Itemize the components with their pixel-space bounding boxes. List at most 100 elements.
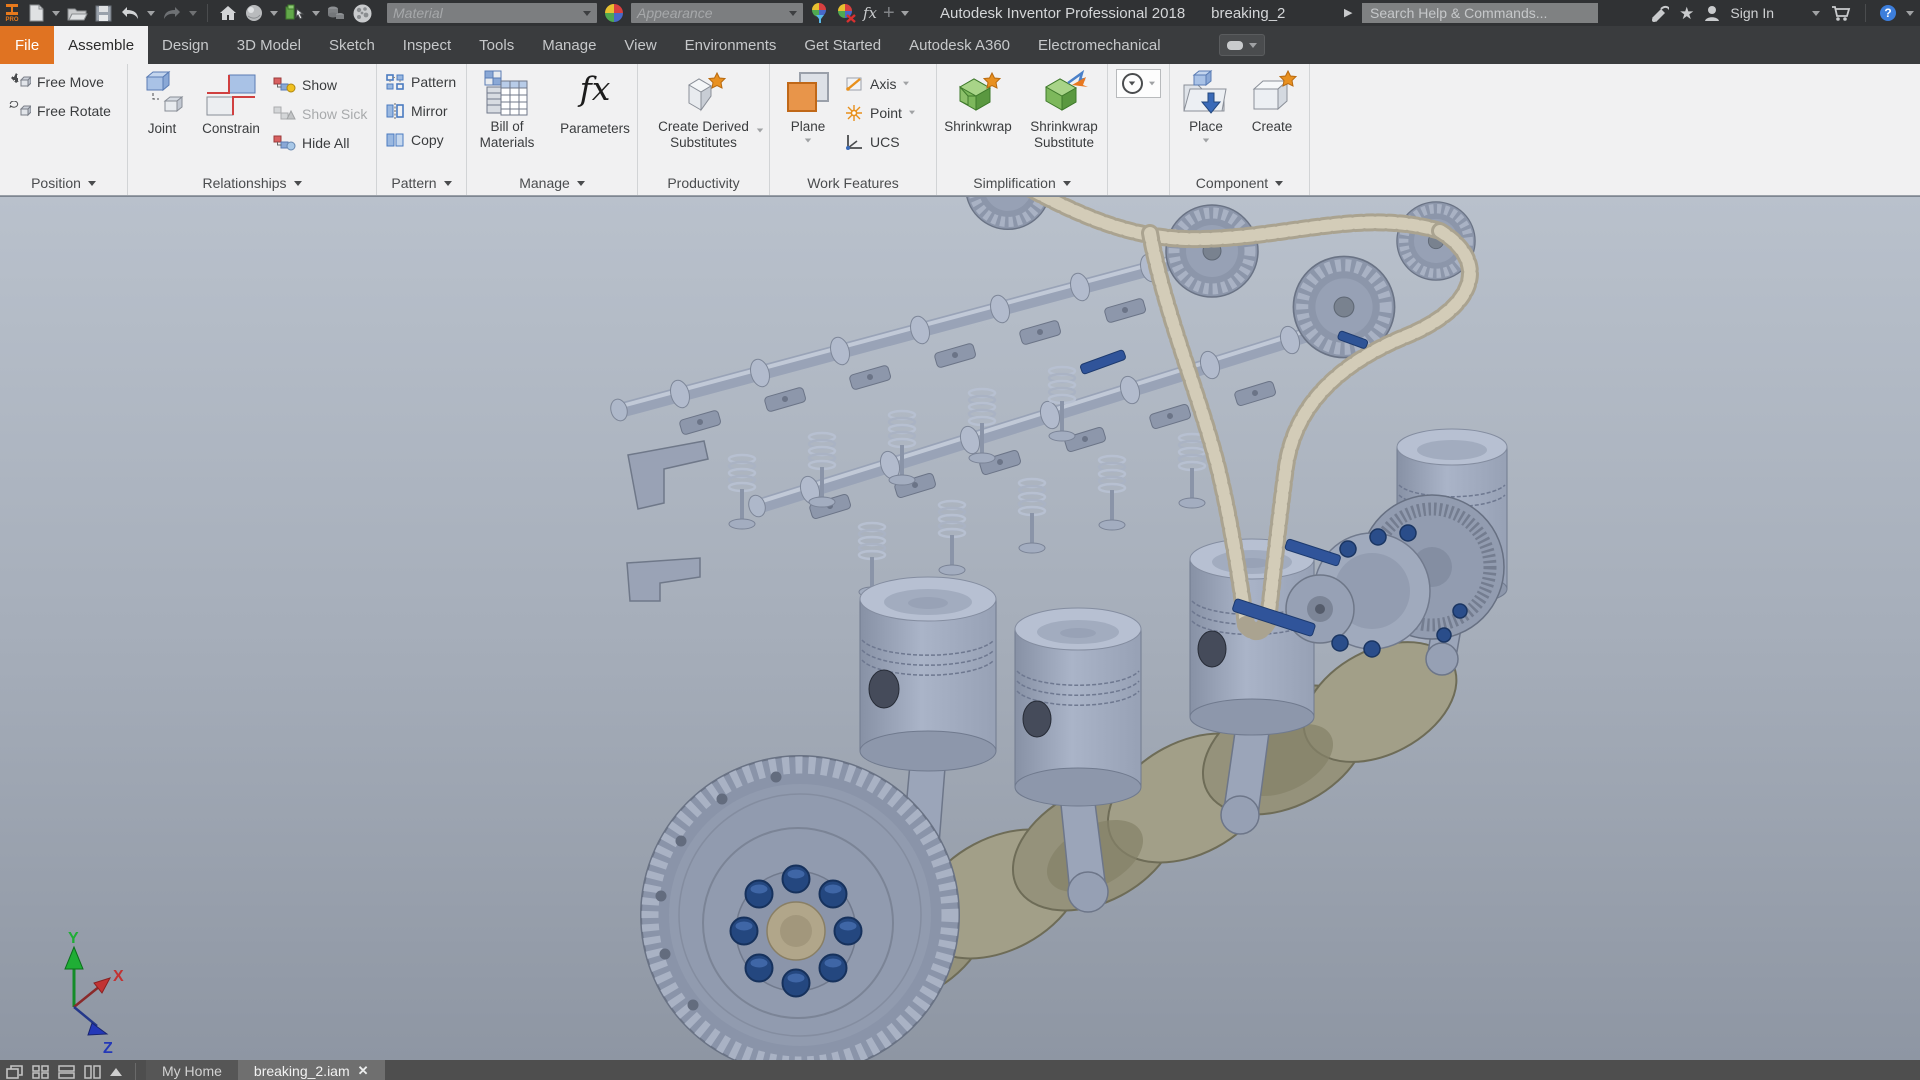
panel-label-productivity[interactable]: Productivity: [638, 171, 769, 195]
copy-button[interactable]: Copy: [385, 125, 444, 154]
redo-button[interactable]: [161, 2, 183, 24]
component-caret-icon[interactable]: [312, 10, 320, 16]
tab-view[interactable]: View: [610, 26, 670, 64]
ribbon-empty-space: [1310, 64, 1920, 195]
new-file-caret-icon[interactable]: [52, 10, 60, 16]
panel-label-simplification[interactable]: Simplification: [937, 171, 1107, 195]
mirror-button[interactable]: Mirror: [385, 96, 448, 125]
tab-assemble[interactable]: Assemble: [54, 26, 149, 64]
tab-inspect[interactable]: Inspect: [389, 26, 465, 64]
adjust-appearance-button[interactable]: [809, 2, 829, 24]
redo-caret-icon[interactable]: [189, 10, 197, 16]
tab-manage[interactable]: Manage: [528, 26, 610, 64]
plane-button[interactable]: Plane: [778, 64, 838, 143]
tile-horizontal-icon[interactable]: [58, 1065, 75, 1079]
appearance-wheel-icon[interactable]: [603, 2, 625, 24]
tab-electromechanical[interactable]: Electromechanical: [1024, 26, 1175, 64]
show-relationships-button[interactable]: Show: [272, 70, 367, 99]
tab-sketch[interactable]: Sketch: [315, 26, 389, 64]
new-file-button[interactable]: [26, 2, 46, 24]
home-button[interactable]: [218, 2, 238, 24]
shrinkwrap-icon: [958, 71, 1002, 111]
cylinders-button[interactable]: [326, 2, 346, 24]
close-document-icon[interactable]: ✕: [358, 1063, 369, 1079]
bill-of-materials-button[interactable]: Bill of Materials: [468, 64, 546, 151]
undo-button[interactable]: [119, 2, 141, 24]
my-home-tab[interactable]: My Home: [146, 1060, 238, 1080]
joint-button[interactable]: Joint: [134, 64, 190, 137]
piston-2[interactable]: [1014, 607, 1142, 807]
ribbon-display-icon: [1226, 40, 1243, 50]
tile-windows-icon[interactable]: [32, 1065, 49, 1079]
expand-tabs-icon[interactable]: [110, 1068, 122, 1076]
viewport-3d[interactable]: Y X Z: [0, 196, 1920, 1075]
create-component-button[interactable]: Create: [1242, 64, 1302, 135]
sign-in-button[interactable]: Sign In: [1730, 5, 1774, 21]
store-cart-icon[interactable]: [1830, 2, 1851, 24]
pattern-button[interactable]: Pattern: [385, 67, 456, 96]
appearance-dropdown[interactable]: Appearance: [631, 3, 803, 23]
titlebar-right-icons: ★ Sign In ?: [1649, 0, 1914, 26]
panel-label-manage[interactable]: Manage: [467, 171, 637, 195]
free-rotate-button[interactable]: Free Rotate: [9, 96, 111, 125]
panel-label-work-features[interactable]: Work Features: [770, 171, 936, 195]
save-button[interactable]: [94, 2, 113, 24]
clear-appearance-button[interactable]: [835, 2, 857, 24]
undo-caret-icon[interactable]: [147, 10, 155, 16]
ribbon-display-caret-icon: [1248, 42, 1257, 48]
help-icon[interactable]: ?: [1880, 5, 1896, 21]
constrain-button[interactable]: Constrain: [194, 64, 268, 137]
expand-arrow-icon[interactable]: ▶: [1344, 6, 1352, 19]
cascade-windows-icon[interactable]: [6, 1065, 23, 1079]
inventor-logo-icon[interactable]: PRO: [4, 2, 20, 24]
tile-vertical-icon[interactable]: [84, 1065, 101, 1079]
material-browser-button[interactable]: [352, 2, 373, 24]
panel-label-pattern[interactable]: Pattern: [377, 171, 466, 195]
tab-design[interactable]: Design: [148, 26, 223, 64]
axis-button[interactable]: Axis: [844, 69, 916, 98]
gallery-dropdown[interactable]: [1116, 69, 1161, 98]
tab-tools[interactable]: Tools: [465, 26, 528, 64]
tab-environments[interactable]: Environments: [671, 26, 791, 64]
show-sick-button[interactable]: Show Sick: [272, 99, 367, 128]
open-button[interactable]: [66, 2, 88, 24]
flywheel[interactable]: [640, 755, 960, 1075]
help-caret-icon[interactable]: [1906, 10, 1914, 16]
free-move-button[interactable]: Free Move: [9, 67, 104, 96]
panel-label-relationships[interactable]: Relationships: [128, 171, 376, 195]
plus-icon[interactable]: +: [883, 3, 895, 23]
ucs-button[interactable]: UCS: [844, 127, 916, 156]
shrinkwrap-button[interactable]: Shrinkwrap: [939, 64, 1017, 135]
tab-autodesk-a360[interactable]: Autodesk A360: [895, 26, 1024, 64]
parameters-quick-icon[interactable]: fx: [863, 4, 877, 22]
tab-get-started[interactable]: Get Started: [790, 26, 895, 64]
cam-sprocket-left[interactable]: [1166, 205, 1258, 297]
panel-caret-icon: [87, 180, 96, 186]
place-component-button[interactable]: Place: [1176, 64, 1236, 143]
tab-3d-model[interactable]: 3D Model: [223, 26, 315, 64]
document-title: breaking_2: [1211, 4, 1286, 22]
panel-label-position[interactable]: Position: [0, 171, 127, 195]
hide-all-relationships-button[interactable]: Hide All: [272, 128, 367, 157]
parameters-button[interactable]: fx Parameters: [554, 64, 636, 137]
render-caret-icon[interactable]: [270, 10, 278, 16]
create-derived-substitutes-button[interactable]: Create Derived Substitutes: [642, 64, 766, 151]
material-dropdown[interactable]: Material: [387, 3, 597, 23]
qat-customize-caret-icon[interactable]: [900, 10, 909, 16]
favorites-star-icon[interactable]: ★: [1679, 5, 1694, 22]
ribbon-display-toggle[interactable]: [1218, 34, 1265, 56]
panel-position: Free Move Free Rotate Position: [0, 64, 128, 195]
component-select-button[interactable]: [284, 2, 306, 24]
document-tab-breaking2[interactable]: breaking_2.iam ✕: [237, 1060, 385, 1080]
sign-in-caret-icon[interactable]: [1812, 10, 1820, 16]
render-sphere-button[interactable]: [244, 2, 264, 24]
shrinkwrap-substitute-button[interactable]: Shrinkwrap Substitute: [1023, 64, 1105, 151]
app-title: Autodesk Inventor Professional 2018: [940, 4, 1186, 22]
tab-file[interactable]: File: [0, 26, 55, 64]
communication-center-icon[interactable]: [1649, 2, 1670, 24]
piston-1[interactable]: [859, 576, 997, 772]
user-icon[interactable]: [1704, 2, 1720, 24]
point-button[interactable]: Point: [844, 98, 916, 127]
panel-label-component[interactable]: Component: [1170, 171, 1309, 195]
search-input[interactable]: [1362, 3, 1598, 23]
